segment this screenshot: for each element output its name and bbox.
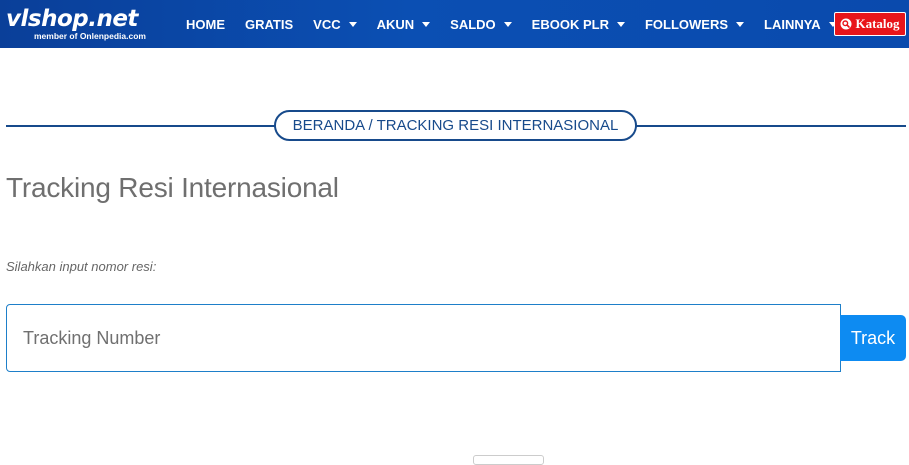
breadcrumb-text: BERANDA / TRACKING RESI INTERNASIONAL: [292, 117, 619, 134]
nav-label: HOME: [186, 16, 225, 32]
nav-item-gratis[interactable]: GRATIS: [235, 0, 303, 48]
chevron-down-icon: [503, 21, 512, 27]
bottom-element: [473, 455, 544, 465]
chevron-down-icon: [616, 21, 625, 27]
nav-label: SALDO: [450, 16, 496, 32]
nav-label: GRATIS: [245, 16, 294, 32]
chevron-down-icon: [422, 21, 431, 27]
site-logo[interactable]: vlshop.net member of Onlenpedia.com: [6, 5, 156, 43]
nav-label: EBOOK PLR: [531, 16, 609, 32]
nav-item-saldo[interactable]: SALDO: [440, 0, 522, 48]
logo-text: vlshop.net: [6, 6, 138, 32]
katalog-label: Katalog: [855, 16, 900, 31]
nav-item-akun[interactable]: AKUN: [367, 0, 441, 48]
page-title: Tracking Resi Internasional: [6, 172, 339, 203]
chevron-down-icon: [736, 21, 745, 27]
site-header: vlshop.net member of Onlenpedia.com HOME…: [0, 0, 909, 48]
nav-label: AKUN: [376, 16, 415, 32]
main-nav: HOME GRATIS VCC AKUN SALDO EBOOK PLR FOL…: [176, 0, 847, 48]
nav-item-lainnya[interactable]: LAINNYA: [754, 0, 847, 48]
nav-item-followers[interactable]: FOLLOWERS: [635, 0, 754, 48]
nav-label: VCC: [313, 16, 341, 32]
nav-label: FOLLOWERS: [644, 16, 729, 32]
breadcrumb: BERANDA / TRACKING RESI INTERNASIONAL: [274, 110, 637, 141]
katalog-button[interactable]: Katalog: [834, 12, 906, 36]
tracking-number-input[interactable]: [6, 304, 841, 372]
nav-item-vcc[interactable]: VCC: [303, 0, 366, 48]
nav-item-ebook-plr[interactable]: EBOOK PLR: [522, 0, 635, 48]
input-hint: Silahkan input nomor resi:: [6, 259, 157, 274]
logo-tagline: member of Onlenpedia.com: [34, 31, 146, 41]
search-icon: [840, 18, 852, 30]
chevron-down-icon: [348, 21, 357, 27]
track-button[interactable]: Track: [840, 315, 906, 361]
nav-label: LAINNYA: [764, 16, 821, 32]
nav-item-home[interactable]: HOME: [176, 0, 235, 48]
